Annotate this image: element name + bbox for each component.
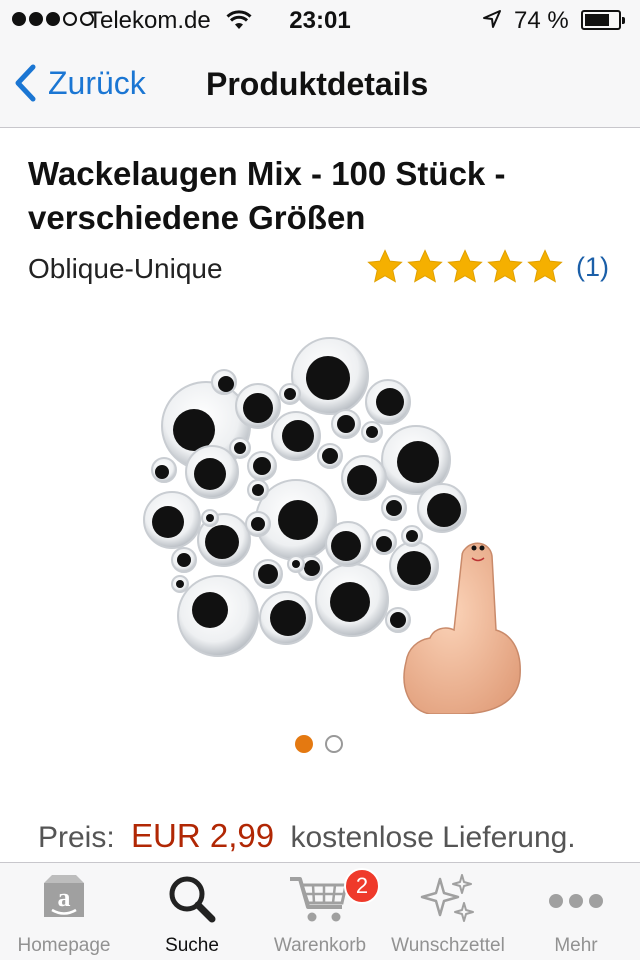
product-brand[interactable]: Oblique-Unique bbox=[28, 253, 223, 285]
star-icon bbox=[367, 249, 403, 283]
star-icon bbox=[407, 249, 443, 283]
product-rating[interactable]: (1) bbox=[366, 248, 609, 286]
tab-search[interactable]: Suche bbox=[128, 863, 256, 960]
product-image[interactable] bbox=[118, 330, 522, 714]
page-title: Produktdetails bbox=[206, 66, 429, 102]
status-bar: Telekom.de 23:01 74 % bbox=[0, 0, 640, 40]
delivery-info: kostenlose Lieferung. bbox=[290, 821, 576, 854]
tab-label: Wunschzettel bbox=[391, 935, 505, 956]
price-label: Preis: bbox=[38, 821, 115, 854]
battery-icon bbox=[581, 10, 625, 30]
location-arrow-icon bbox=[483, 10, 501, 28]
tab-wishlist[interactable]: Wunschzettel bbox=[384, 863, 512, 960]
product-title: Wackelaugen Mix - 100 Stück - verschiede… bbox=[28, 155, 506, 236]
review-count-link[interactable]: (1) bbox=[576, 252, 609, 283]
cart-icon bbox=[290, 877, 348, 922]
star-icon bbox=[487, 249, 523, 283]
price-line: Preis: EUR 2,99 kostenlose Lieferung. bbox=[38, 817, 576, 855]
navigation-bar: Zurück Produktdetails bbox=[0, 40, 640, 128]
star-icon bbox=[527, 249, 563, 283]
chevron-left-icon bbox=[15, 64, 36, 102]
star-icon bbox=[447, 249, 483, 283]
price-value: EUR 2,99 bbox=[131, 817, 275, 854]
tab-label: Warenkorb bbox=[273, 935, 367, 956]
image-pager[interactable] bbox=[295, 735, 343, 753]
svg-text:a: a bbox=[58, 883, 71, 912]
tab-label: Suche bbox=[165, 935, 219, 956]
sparkles-icon bbox=[420, 874, 474, 922]
tab-label: Mehr bbox=[554, 935, 598, 956]
battery-percent: 74 % bbox=[514, 7, 569, 34]
tab-bar: a Homepage Suche Warenkorb Wunschzettel bbox=[0, 862, 640, 960]
search-icon bbox=[169, 876, 216, 923]
amazon-box-icon: a bbox=[44, 875, 84, 917]
tab-homepage[interactable]: a Homepage bbox=[0, 863, 128, 960]
back-button[interactable]: Zurück bbox=[14, 64, 146, 102]
pager-dot-1[interactable] bbox=[295, 735, 313, 753]
pager-dot-2[interactable] bbox=[325, 735, 343, 753]
tab-more[interactable]: Mehr bbox=[512, 863, 640, 960]
cart-badge: 2 bbox=[344, 868, 380, 904]
tab-label: Homepage bbox=[17, 935, 111, 956]
googly-eyes-cluster bbox=[143, 337, 467, 657]
more-dots-icon bbox=[549, 894, 603, 908]
rating-stars bbox=[366, 248, 564, 286]
back-label: Zurück bbox=[48, 64, 146, 101]
